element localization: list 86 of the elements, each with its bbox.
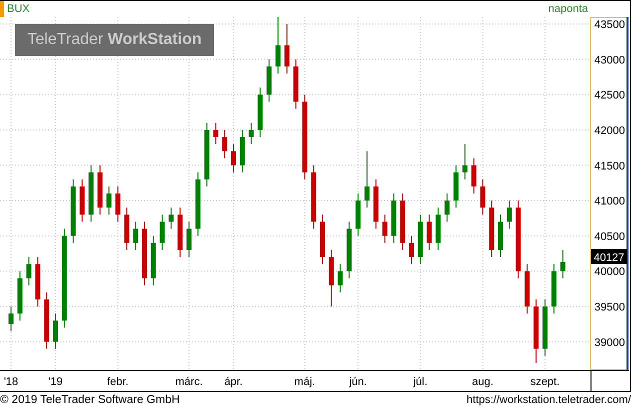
copyright-text: © 2019 TeleTrader Software GmbH bbox=[0, 394, 180, 406]
candlestick bbox=[551, 264, 556, 314]
candlestick bbox=[346, 221, 352, 279]
candlestick bbox=[328, 249, 334, 307]
candlestick bbox=[35, 256, 40, 307]
candlestick bbox=[364, 150, 370, 208]
candlestick bbox=[8, 306, 14, 332]
axis-label: '18 bbox=[4, 376, 18, 388]
candlestick bbox=[498, 214, 503, 258]
candlestick bbox=[284, 24, 290, 74]
candlestick bbox=[356, 193, 361, 236]
logo: TeleTrader WorkStation bbox=[15, 24, 214, 56]
candlestick bbox=[248, 122, 254, 145]
candlestick bbox=[266, 58, 272, 102]
candlestick bbox=[26, 256, 32, 286]
candlestick bbox=[204, 122, 210, 187]
axis-label: ápr. bbox=[224, 376, 243, 388]
candlestick bbox=[454, 164, 458, 208]
axis-label: 43500 bbox=[594, 19, 625, 32]
interval-label: naponta bbox=[548, 3, 588, 15]
candlestick bbox=[426, 214, 432, 250]
candlestick bbox=[186, 221, 192, 258]
candlestick bbox=[222, 129, 228, 159]
candlestick bbox=[480, 178, 486, 216]
axis-label: 43000 bbox=[594, 54, 625, 66]
axis-label: jún. bbox=[349, 376, 367, 388]
axis-label: máj. bbox=[294, 376, 316, 388]
axis-label: 40000 bbox=[594, 266, 625, 278]
candlestick bbox=[231, 144, 236, 173]
candlestick bbox=[133, 221, 138, 250]
candlestick bbox=[160, 214, 165, 250]
candlestick bbox=[320, 214, 325, 265]
candlestick bbox=[471, 158, 476, 194]
candlestick bbox=[400, 193, 406, 250]
candlestick bbox=[418, 214, 423, 265]
candlestick bbox=[409, 235, 414, 265]
candlestick bbox=[338, 264, 343, 293]
candlestick bbox=[142, 221, 147, 286]
candlestick bbox=[80, 178, 85, 222]
axis-label: 41500 bbox=[594, 160, 625, 172]
candlestick bbox=[444, 193, 450, 222]
axis-label: '19 bbox=[48, 376, 63, 388]
price-marker: 40127 bbox=[591, 248, 627, 264]
candlestick bbox=[88, 164, 94, 222]
axis-label: febr. bbox=[107, 376, 128, 388]
axis-label: 39000 bbox=[594, 336, 625, 349]
candlestick bbox=[124, 207, 130, 250]
candlestick bbox=[382, 214, 388, 244]
candlestick bbox=[524, 264, 530, 314]
candlestick bbox=[17, 270, 22, 322]
candlestick bbox=[391, 193, 396, 244]
candlestick bbox=[168, 207, 174, 230]
axis-label: aug. bbox=[472, 376, 494, 388]
candlestick bbox=[150, 235, 156, 286]
candlestick bbox=[542, 298, 548, 356]
candlestick bbox=[115, 186, 120, 222]
candlestick bbox=[276, 17, 280, 74]
candlestick bbox=[44, 292, 50, 350]
candlestick bbox=[98, 164, 102, 216]
candlestick bbox=[213, 122, 218, 145]
candlestick bbox=[53, 313, 58, 350]
candlestick bbox=[560, 249, 566, 279]
axis-label: 42500 bbox=[594, 90, 625, 102]
candlestick bbox=[240, 129, 245, 173]
axis-label: 40500 bbox=[594, 230, 625, 243]
url-link[interactable]: https://workstation.teletrader.com/ bbox=[466, 394, 631, 406]
symbol-label: BUX bbox=[7, 3, 30, 15]
candlestick bbox=[462, 144, 468, 180]
candlestick bbox=[178, 207, 183, 258]
candlestick bbox=[373, 178, 378, 230]
axis-label: szept. bbox=[530, 376, 560, 388]
candlestick bbox=[506, 200, 512, 230]
candlestick bbox=[293, 58, 298, 110]
axis-label: 41000 bbox=[594, 196, 625, 208]
candlestick bbox=[258, 87, 263, 138]
candlestick bbox=[534, 298, 539, 364]
candlestick bbox=[70, 178, 76, 244]
candlestick bbox=[311, 164, 316, 230]
candlestick bbox=[489, 200, 494, 258]
axis-label: márc. bbox=[175, 376, 203, 388]
candlestick bbox=[195, 172, 200, 236]
candlestick bbox=[106, 186, 112, 216]
candlestick bbox=[436, 207, 441, 250]
axis-label: júl. bbox=[413, 376, 428, 388]
axis-label: 42000 bbox=[594, 124, 625, 137]
axis-label: 39500 bbox=[594, 301, 625, 314]
